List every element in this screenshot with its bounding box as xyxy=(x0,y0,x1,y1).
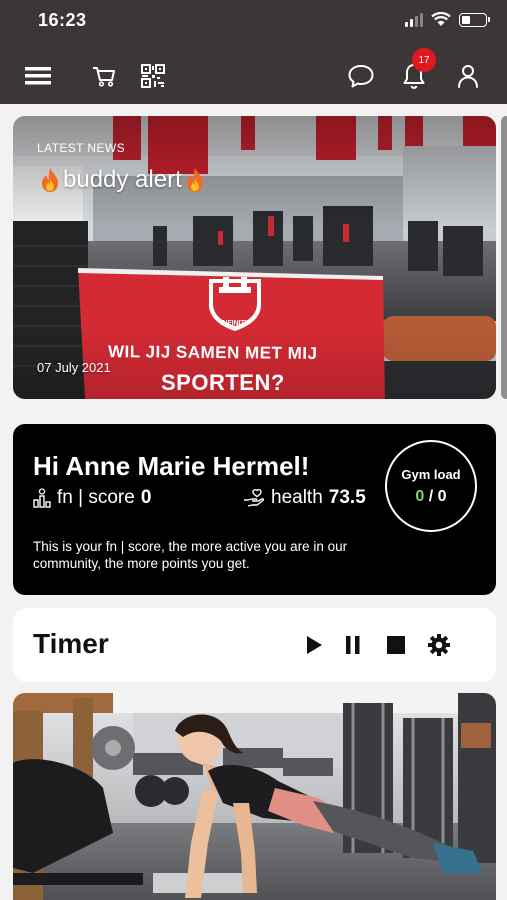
news-tag: LATEST NEWS xyxy=(37,141,125,155)
score-card: Hi Anne Marie Hermel! fn | score 0 healt… xyxy=(13,424,496,595)
hand-heart-icon xyxy=(244,489,265,507)
gym-load-indicator[interactable]: Gym load 0 / 0 xyxy=(385,440,477,532)
notifications-button[interactable]: 17 xyxy=(398,48,436,92)
timer-pause-button[interactable] xyxy=(339,631,367,659)
notification-badge: 17 xyxy=(412,48,436,72)
gym-load-label: Gym load xyxy=(401,466,461,482)
banner-line-1: WIL JIJ SAMEN MET MIJ xyxy=(107,342,318,363)
banner-line-2: SPORTEN? xyxy=(161,370,285,395)
fn-score-metric: fn | score 0 xyxy=(33,487,151,509)
fn-score-label: fn | score xyxy=(57,487,135,508)
health-label: health xyxy=(271,487,323,508)
health-metric: health 73.5 xyxy=(243,487,366,509)
gym-load-value: 0 / 0 xyxy=(415,488,446,506)
battery-icon xyxy=(459,12,490,27)
qr-code-button[interactable] xyxy=(137,60,169,92)
banner-logo-text: INFINITY xyxy=(220,320,250,327)
menu-button[interactable] xyxy=(22,60,54,92)
cart-icon xyxy=(93,67,115,87)
news-title: buddy alert xyxy=(39,166,206,194)
status-time: 16:23 xyxy=(38,10,87,30)
menu-icon xyxy=(25,67,51,85)
fire-icon xyxy=(186,168,203,192)
qr-code-icon xyxy=(141,64,165,88)
gym-load-separator: / xyxy=(424,487,438,505)
timer-title: Timer xyxy=(33,628,109,659)
profile-button[interactable] xyxy=(452,60,484,92)
score-description: This is your fn | score, the more active… xyxy=(33,539,348,571)
user-icon xyxy=(458,65,478,88)
ranking-icon xyxy=(33,488,51,508)
app-header: 16:23 17 xyxy=(0,0,507,104)
greeting: Hi Anne Marie Hermel! xyxy=(33,451,310,481)
timer-card: Timer xyxy=(13,608,496,682)
signal-icon xyxy=(405,12,423,27)
gym-load-max: 0 xyxy=(437,487,447,505)
timer-settings-button[interactable] xyxy=(425,631,453,659)
status-icons xyxy=(405,12,490,27)
gym-load-current: 0 xyxy=(415,487,425,505)
chat-icon xyxy=(348,65,374,88)
fn-score-value: 0 xyxy=(140,487,152,508)
play-icon xyxy=(307,636,322,654)
cart-button[interactable] xyxy=(88,60,120,92)
news-date: 07 July 2021 xyxy=(37,360,111,375)
timer-play-button[interactable] xyxy=(300,631,328,659)
workout-card[interactable] xyxy=(13,693,496,900)
workout-image xyxy=(13,693,496,900)
news-title-text: buddy alert xyxy=(63,166,182,193)
next-news-card-peek[interactable] xyxy=(501,116,507,399)
news-card[interactable]: INFINITY WIL JIJ SAMEN MET MIJ SPORTEN? … xyxy=(13,116,496,399)
health-value: 73.5 xyxy=(328,487,366,508)
stop-icon xyxy=(387,636,405,654)
chat-button[interactable] xyxy=(345,60,377,92)
timer-stop-button[interactable] xyxy=(382,631,410,659)
fire-icon xyxy=(42,168,58,192)
pause-icon xyxy=(346,636,360,654)
gear-icon xyxy=(428,634,450,656)
wifi-icon xyxy=(431,12,451,26)
